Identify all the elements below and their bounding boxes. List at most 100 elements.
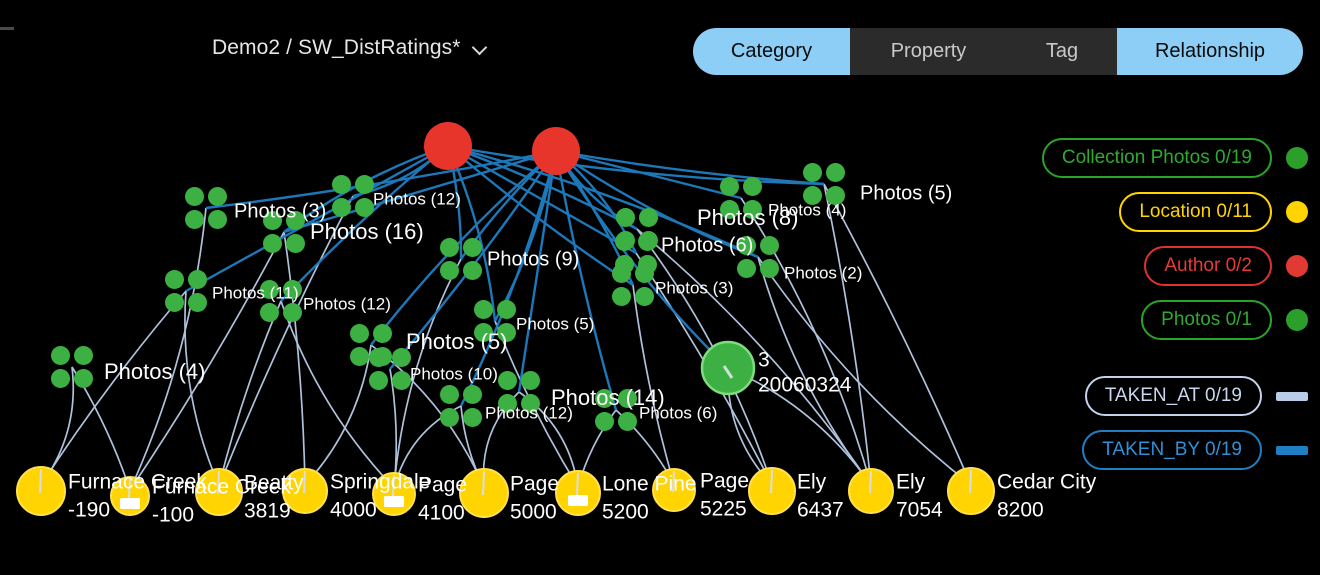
collection-photo-dot[interactable] <box>498 371 517 390</box>
legend-pill-taken-at[interactable]: TAKEN_AT 0/19 <box>1084 376 1262 416</box>
location-name-label: Page <box>510 473 559 496</box>
collection-cluster-label: Photos (5) <box>406 329 508 354</box>
relationship-legend: TAKEN_AT 0/19 TAKEN_BY 0/19 <box>998 376 1308 484</box>
location-name-label: Ely <box>896 471 926 494</box>
collection-photo-dot[interactable] <box>286 234 305 253</box>
tab-property[interactable]: Property <box>850 28 1007 75</box>
collection-photo-dot[interactable] <box>283 303 302 322</box>
edge-taken-at[interactable] <box>129 207 207 491</box>
collection-photo-dot[interactable] <box>826 163 845 182</box>
collection-photo-dot[interactable] <box>521 371 540 390</box>
collection-photo-dot[interactable] <box>440 238 459 257</box>
collection-photo-dot[interactable] <box>635 287 654 306</box>
tab-relationship[interactable]: Relationship <box>1117 28 1303 75</box>
author-node[interactable] <box>424 122 472 170</box>
collection-photo-dot[interactable] <box>260 303 279 322</box>
collection-photo-dot[interactable] <box>497 300 516 319</box>
collection-photo-dot[interactable] <box>440 385 459 404</box>
collection-photo-dot[interactable] <box>51 346 70 365</box>
tab-category[interactable]: Category <box>693 28 850 75</box>
tab-tag[interactable]: Tag <box>1007 28 1117 75</box>
collection-photo-dot[interactable] <box>373 324 392 343</box>
collection-photo-dot[interactable] <box>208 210 227 229</box>
collection-photo-dot[interactable] <box>332 175 351 194</box>
edge-taken-at[interactable] <box>740 197 872 486</box>
photos-node[interactable] <box>700 340 756 396</box>
edge-taken-at[interactable] <box>757 256 972 486</box>
collection-photo-dot[interactable] <box>188 270 207 289</box>
collection-photo-dot[interactable] <box>74 346 93 365</box>
collection-photo-dot[interactable] <box>760 259 779 278</box>
legend-item-collection-photos[interactable]: Collection Photos 0/19 <box>998 138 1308 178</box>
collection-photo-dot[interactable] <box>392 371 411 390</box>
collection-photo-dot[interactable] <box>463 385 482 404</box>
collection-photo-dot[interactable] <box>74 369 93 388</box>
collection-photo-dot[interactable] <box>595 412 614 431</box>
legend-item-location[interactable]: Location 0/11 <box>998 192 1308 232</box>
location-node-pin <box>770 469 773 494</box>
collection-photo-dot[interactable] <box>355 175 374 194</box>
collection-photo-dot[interactable] <box>618 412 637 431</box>
location-distance-label: 7054 <box>896 499 943 522</box>
legend-item-taken-by[interactable]: TAKEN_BY 0/19 <box>998 430 1308 470</box>
legend-pill-taken-by[interactable]: TAKEN_BY 0/19 <box>1082 430 1262 470</box>
location-distance-label: -190 <box>68 499 110 522</box>
collection-photo-dot[interactable] <box>803 163 822 182</box>
collection-photo-dot[interactable] <box>463 261 482 280</box>
edge-taken-at[interactable] <box>757 256 872 486</box>
legend-pill-location[interactable]: Location 0/11 <box>1119 192 1272 232</box>
legend-pill-collection-photos[interactable]: Collection Photos 0/19 <box>1041 138 1272 178</box>
collection-photo-dot[interactable] <box>440 408 459 427</box>
edge-taken-by[interactable] <box>517 150 558 393</box>
edge-taken-at[interactable] <box>184 290 220 487</box>
legend-item-author[interactable]: Author 0/2 <box>998 246 1308 286</box>
collection-photo-dot[interactable] <box>616 208 635 227</box>
legend-item-photos[interactable]: Photos 0/1 <box>998 300 1308 340</box>
collection-photo-dot[interactable] <box>332 198 351 217</box>
collection-photo-dot[interactable] <box>369 371 388 390</box>
collection-photo-dot[interactable] <box>638 232 657 251</box>
chevron-down-icon[interactable] <box>473 40 489 56</box>
collection-photo-dot[interactable] <box>165 270 184 289</box>
location-name-label: Page <box>418 474 467 497</box>
category-legend: Collection Photos 0/19 Location 0/11 Aut… <box>998 138 1308 354</box>
collection-photo-dot[interactable] <box>615 232 634 251</box>
view-mode-tabs[interactable]: Category Property Tag Relationship <box>693 28 1303 75</box>
edge-taken-at[interactable] <box>283 231 306 486</box>
collection-cluster-label: Photos (2) <box>784 263 862 282</box>
collection-photo-dot[interactable] <box>165 293 184 312</box>
collection-photo-dot[interactable] <box>51 369 70 388</box>
collection-photo-dot[interactable] <box>350 324 369 343</box>
author-node[interactable] <box>532 127 580 175</box>
edge-taken-at[interactable] <box>218 300 282 487</box>
collection-photo-dot[interactable] <box>188 293 207 312</box>
legend-pill-author[interactable]: Author 0/2 <box>1144 246 1272 286</box>
collection-photo-dot[interactable] <box>185 210 204 229</box>
collection-photo-dot[interactable] <box>720 177 739 196</box>
collection-photo-dot[interactable] <box>440 261 459 280</box>
collection-photo-dot[interactable] <box>350 347 369 366</box>
location-node-badge <box>568 495 588 506</box>
collection-photo-dot[interactable] <box>760 236 779 255</box>
collection-photo-dot[interactable] <box>474 300 493 319</box>
collection-photo-dot[interactable] <box>639 208 658 227</box>
collection-photo-dot[interactable] <box>635 264 654 283</box>
legend-pill-photos[interactable]: Photos 0/1 <box>1141 300 1272 340</box>
collection-photo-dot[interactable] <box>743 177 762 196</box>
edge-taken-at[interactable] <box>40 290 187 486</box>
breadcrumb[interactable]: Demo2 / SW_DistRatings* <box>212 36 489 60</box>
legend-item-taken-at[interactable]: TAKEN_AT 0/19 <box>998 376 1308 416</box>
edge-taken-at[interactable] <box>304 344 372 486</box>
collection-photo-dot[interactable] <box>463 408 482 427</box>
location-name-label: Lone Pine <box>602 473 697 496</box>
collection-photo-dot[interactable] <box>612 264 631 283</box>
collection-photo-dot[interactable] <box>263 234 282 253</box>
collection-photo-dot[interactable] <box>185 187 204 206</box>
collection-photo-dot[interactable] <box>355 198 374 217</box>
collection-photo-dot[interactable] <box>208 187 227 206</box>
collection-photo-dot[interactable] <box>369 348 388 367</box>
edge-taken-at[interactable] <box>823 183 972 486</box>
collection-photo-dot[interactable] <box>612 287 631 306</box>
collection-photo-dot[interactable] <box>463 238 482 257</box>
collection-photo-dot[interactable] <box>737 259 756 278</box>
